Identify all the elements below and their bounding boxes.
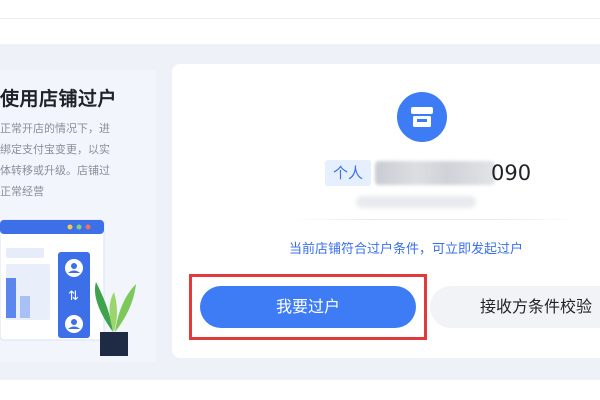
- shop-type-badge: 个人: [325, 160, 372, 186]
- illustration-bar: [20, 296, 30, 318]
- shop-identity-row: 个人 090: [325, 160, 545, 186]
- top-bar: [0, 0, 600, 44]
- divider: [288, 219, 580, 220]
- intro-title: 使用店铺过户: [0, 88, 118, 110]
- transfer-illustration: ⇅: [0, 218, 156, 360]
- shop-name-redacted: [375, 161, 495, 185]
- footer-area: [0, 380, 600, 400]
- shop-avatar: [397, 92, 447, 142]
- intro-description: 正常开店的情况下，进 绑定支付宝变更，以实 体转移或升级。店铺过 正常经营: [0, 122, 110, 198]
- shop-name-suffix: 090: [491, 161, 532, 185]
- svg-text:⇅: ⇅: [68, 289, 79, 304]
- store-icon: [411, 107, 433, 127]
- illustration-bar: [6, 278, 16, 318]
- transfer-card: 个人 090 当前店铺符合过户条件，可立即发起过户 我要过户 接收方条件校验: [172, 64, 600, 358]
- shop-subinfo-redacted: [356, 196, 476, 208]
- plant-pot: [100, 332, 128, 356]
- highlight-box: [189, 274, 427, 340]
- eligibility-hint: 当前店铺符合过户条件，可立即发起过户: [289, 242, 524, 257]
- receiver-check-button[interactable]: 接收方条件校验: [430, 286, 600, 328]
- top-bar-strip: [0, 0, 600, 19]
